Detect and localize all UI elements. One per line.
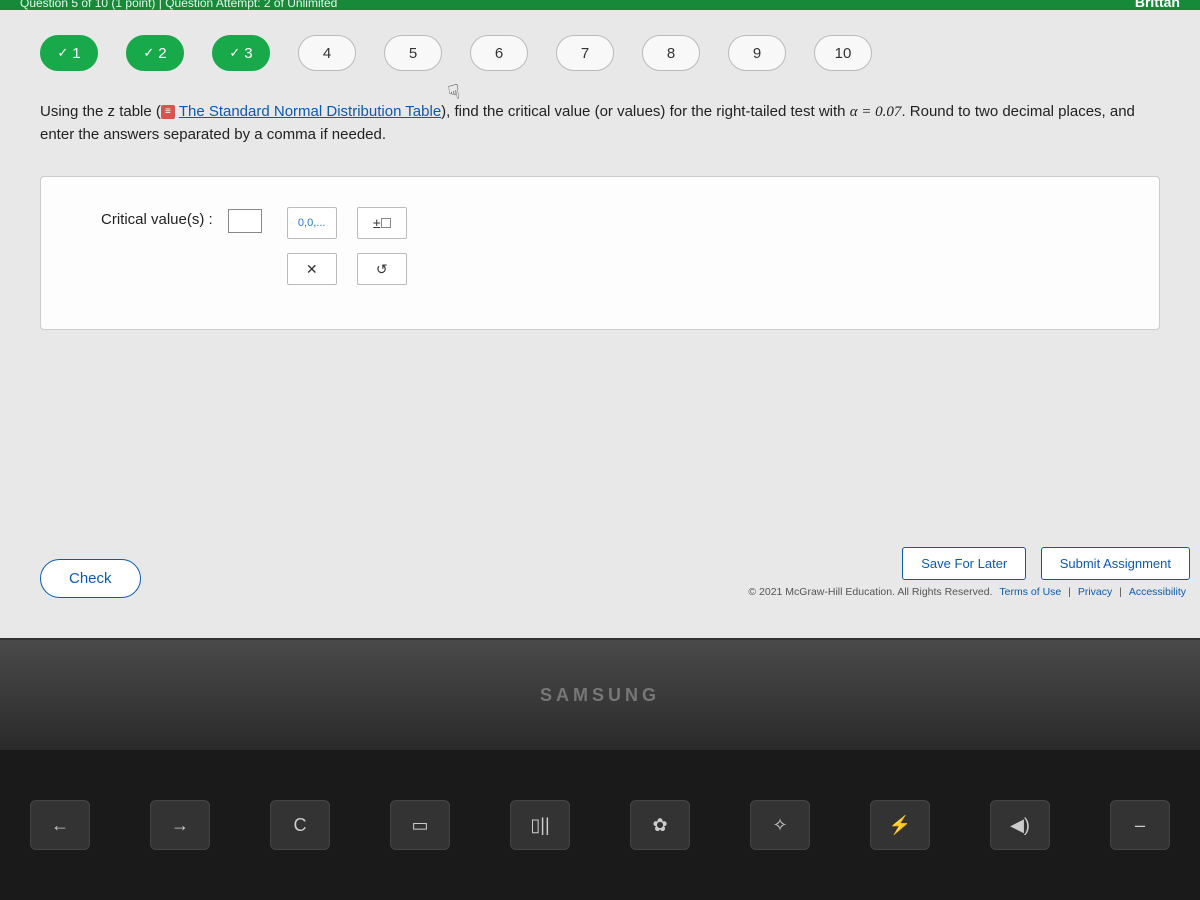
nav-q1[interactable]: ✓1 — [40, 35, 98, 71]
x-icon: ✕ — [306, 261, 318, 278]
key-refresh: C — [270, 800, 330, 850]
answer-label: Critical value(s) : — [101, 207, 213, 228]
key-overview: ▯|| — [510, 800, 570, 850]
format-decimal-button[interactable]: 0,0,... — [287, 207, 337, 239]
copyright-line: © 2021 McGraw-Hill Education. All Rights… — [748, 586, 1190, 598]
breadcrumb: Question 5 of 10 (1 point) | Question At… — [20, 0, 337, 10]
nav-q5[interactable]: 5 — [384, 35, 442, 71]
user-name: Brittan — [1135, 0, 1180, 10]
nav-q9[interactable]: 9 — [728, 35, 786, 71]
key-forward: → — [150, 800, 210, 850]
math-toolbar: 0,0,... ± ✕ ↺ — [287, 207, 407, 299]
undo-icon: ↺ — [376, 261, 388, 278]
key-vol: ◀) — [990, 800, 1050, 850]
terms-link[interactable]: Terms of Use — [999, 586, 1061, 598]
box-icon — [381, 218, 391, 228]
check-icon: ✓ — [57, 45, 68, 61]
key-mute: ⚡ — [870, 800, 930, 850]
device-brand: SAMSUNG — [540, 685, 660, 706]
app-screen: Question 5 of 10 (1 point) | Question At… — [0, 0, 1200, 640]
plus-minus-button[interactable]: ± — [357, 207, 407, 239]
clear-button[interactable]: ✕ — [287, 253, 337, 285]
nav-q10[interactable]: 10 — [814, 35, 872, 71]
keyboard-row: ← → C ▭ ▯|| ✿ ✧ ⚡ ◀) – — [0, 750, 1200, 900]
submit-assignment-button[interactable]: Submit Assignment — [1041, 547, 1190, 580]
nav-q6[interactable]: 6 — [470, 35, 528, 71]
check-icon: ✓ — [229, 45, 240, 61]
reset-button[interactable]: ↺ — [357, 253, 407, 285]
privacy-link[interactable]: Privacy — [1078, 586, 1112, 598]
check-icon: ✓ — [143, 45, 154, 61]
right-actions: Save For Later Submit Assignment © 2021 … — [748, 547, 1190, 598]
accessibility-link[interactable]: Accessibility — [1129, 586, 1186, 598]
ebook-icon: ≡ — [161, 105, 175, 119]
save-for-later-button[interactable]: Save For Later — [902, 547, 1026, 580]
key-back: ← — [30, 800, 90, 850]
footer-bar: Check Save For Later Submit Assignment ©… — [40, 547, 1190, 598]
key-fullscreen: ▭ — [390, 800, 450, 850]
nav-q7[interactable]: 7 — [556, 35, 614, 71]
key-bright-up: ✧ — [750, 800, 810, 850]
critical-value-input[interactable] — [228, 209, 262, 233]
question-text: Using the z table (≡ The Standard Normal… — [0, 91, 1200, 166]
question-nav: ✓1 ✓2 ✓3 4 5 6 7 8 9 10 — [0, 10, 1200, 91]
nav-q2[interactable]: ✓2 — [126, 35, 184, 71]
check-button[interactable]: Check — [40, 559, 141, 598]
nav-q8[interactable]: 8 — [642, 35, 700, 71]
nav-q3[interactable]: ✓3 — [212, 35, 270, 71]
laptop-bezel: SAMSUNG — [0, 640, 1200, 750]
alpha-expression: α = 0.07 — [850, 104, 902, 120]
key-bright-down: ✿ — [630, 800, 690, 850]
top-bar: Question 5 of 10 (1 point) | Question At… — [0, 0, 1200, 10]
distribution-table-link[interactable]: The Standard Normal Distribution Table — [179, 103, 441, 120]
key-dash: – — [1110, 800, 1170, 850]
answer-panel: Critical value(s) : 0,0,... ± ✕ ↺ — [40, 176, 1160, 330]
nav-q4[interactable]: 4 — [298, 35, 356, 71]
